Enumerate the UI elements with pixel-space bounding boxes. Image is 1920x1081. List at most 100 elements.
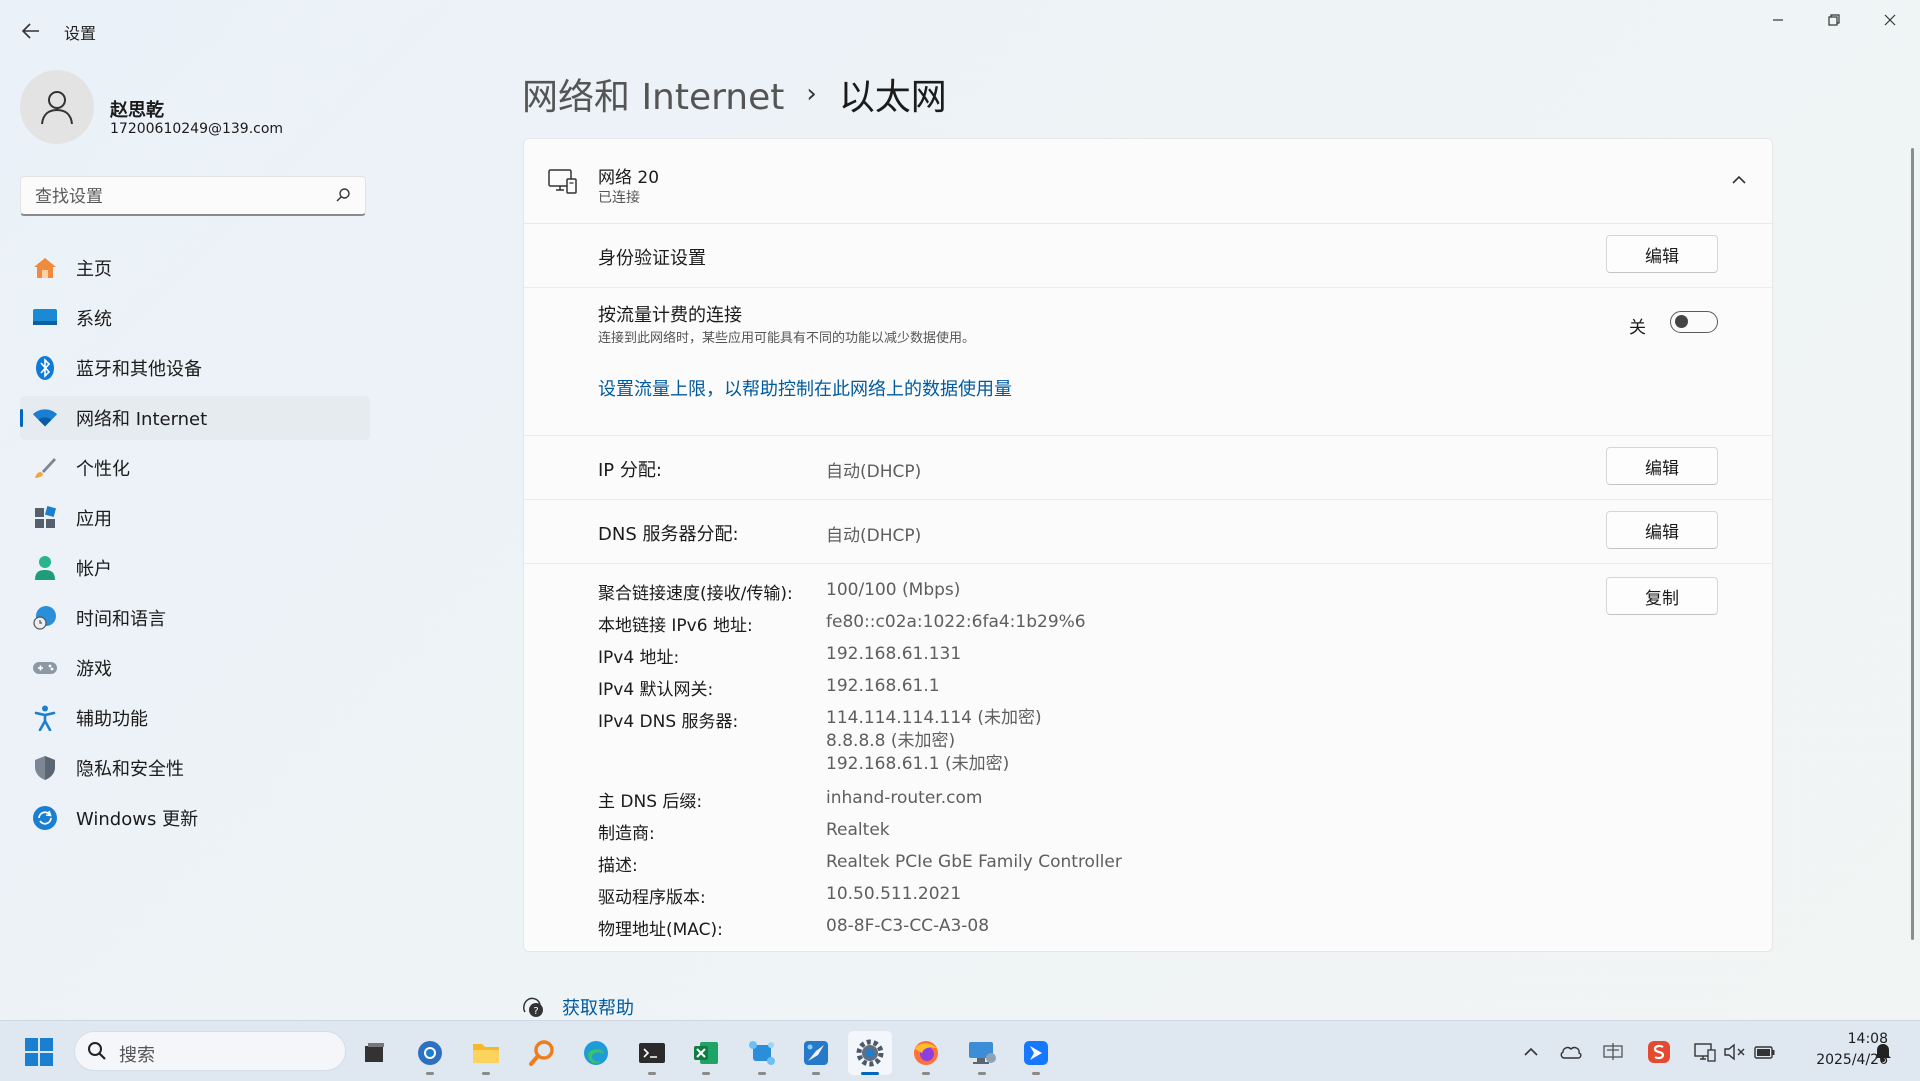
search-input[interactable] <box>33 185 327 209</box>
detail-label: 本地链接 IPv6 地址: <box>598 616 753 636</box>
detail-value: 192.168.61.131 <box>826 644 962 664</box>
ethernet-icon <box>548 169 577 194</box>
nav-label: 蓝牙和其他设备 <box>76 359 202 380</box>
data-limit-link[interactable]: 设置流量上限，以帮助控制在此网络上的数据使用量 <box>598 375 1012 401</box>
detail-value: Realtek <box>826 820 890 840</box>
nav-item-network[interactable]: 网络和 Internet <box>20 396 370 440</box>
network-tool-icon[interactable] <box>740 1031 784 1075</box>
ip-assignment-label: IP 分配: <box>598 460 662 481</box>
breadcrumb-separator: › <box>806 79 817 109</box>
detail-label: IPv4 DNS 服务器: <box>598 712 739 732</box>
edge-icon[interactable] <box>574 1031 618 1075</box>
nav-menu: 主页 系统 蓝牙和其他设备 网络和 Internet 个性化 应用 帐户 时间和… <box>20 246 370 846</box>
taskbar: 搜索 14:08 2025/4/26 <box>0 1020 1920 1081</box>
close-button[interactable] <box>1862 0 1918 40</box>
nav-item-privacy[interactable]: 隐私和安全性 <box>20 746 370 790</box>
running-indicator <box>1032 1072 1040 1075</box>
copy-button[interactable]: 复制 <box>1606 577 1718 615</box>
network-status-icon[interactable] <box>1692 1039 1718 1065</box>
input-method-icon[interactable] <box>1600 1039 1626 1065</box>
chevron-up-icon[interactable] <box>1518 1039 1544 1065</box>
settings-app-icon[interactable] <box>848 1031 892 1075</box>
restore-button[interactable] <box>1806 0 1862 40</box>
nav-item-time-language[interactable]: 时间和语言 <box>20 596 370 640</box>
detail-value: 08-8F-C3-CC-A3-08 <box>826 916 990 936</box>
chevron-up-icon[interactable] <box>1728 169 1750 191</box>
taskbar-search[interactable]: 搜索 <box>74 1031 346 1071</box>
scrollbar[interactable] <box>1911 148 1914 940</box>
nav-item-accessibility[interactable]: 辅助功能 <box>20 696 370 740</box>
nav-item-accounts[interactable]: 帐户 <box>20 546 370 590</box>
nav-item-gaming[interactable]: 游戏 <box>20 646 370 690</box>
running-indicator <box>482 1072 490 1075</box>
title-bar: 设置 <box>0 0 1920 60</box>
breadcrumb-parent[interactable]: 网络和 Internet <box>522 68 784 120</box>
detail-value: 8.8.8.8 (未加密) <box>826 731 956 751</box>
detail-label: 制造商: <box>598 824 655 844</box>
gear-icon <box>856 1039 884 1067</box>
excel-icon[interactable] <box>684 1031 728 1075</box>
get-help-link[interactable]: 获取帮助 <box>562 994 634 1020</box>
nav-item-bluetooth[interactable]: 蓝牙和其他设备 <box>20 346 370 390</box>
chrome-icon[interactable] <box>408 1031 452 1075</box>
settings-search[interactable] <box>20 176 366 216</box>
cloud-icon[interactable] <box>1558 1039 1584 1065</box>
nav-item-system[interactable]: 系统 <box>20 296 370 340</box>
back-arrow-icon <box>22 23 39 39</box>
firefox-icon[interactable] <box>904 1031 948 1075</box>
task-view-icon[interactable] <box>352 1031 396 1075</box>
sidebar: 赵思乾 17200610249@139.com 主页 系统 蓝牙和其他设备 <box>0 60 380 1020</box>
ip-edit-button[interactable]: 编辑 <box>1606 447 1718 485</box>
detail-label: 物理地址(MAC): <box>598 920 723 940</box>
running-indicator <box>426 1072 434 1075</box>
detail-value: 10.50.511.2021 <box>826 884 962 904</box>
ip-assignment-value: 自动(DHCP) <box>826 462 922 482</box>
volume-muted-icon[interactable] <box>1722 1039 1748 1065</box>
nav-item-windows-update[interactable]: Windows 更新 <box>20 796 370 840</box>
notification-icon[interactable] <box>1870 1039 1896 1065</box>
dns-edit-button[interactable]: 编辑 <box>1606 511 1718 549</box>
nav-label: 应用 <box>76 509 112 530</box>
detail-label: 聚合链接速度(接收/传输): <box>598 584 793 604</box>
terminal-icon[interactable] <box>630 1031 674 1075</box>
feishu-icon[interactable] <box>1014 1031 1058 1075</box>
dns-assignment-label: DNS 服务器分配: <box>598 524 739 545</box>
get-help[interactable]: ? 获取帮助 <box>522 994 634 1020</box>
wifi-icon <box>32 405 58 431</box>
auth-settings-label: 身份验证设置 <box>598 248 706 269</box>
windows-start-icon[interactable] <box>24 1037 54 1067</box>
brush-icon <box>32 455 58 481</box>
ip-assignment-row: IP 分配: 自动(DHCP) 编辑 <box>524 435 1772 500</box>
detail-label: 驱动程序版本: <box>598 888 706 908</box>
running-indicator <box>978 1072 986 1075</box>
running-indicator <box>922 1072 930 1075</box>
account-icon <box>32 555 58 581</box>
metered-toggle[interactable] <box>1670 311 1718 333</box>
nav-label: 帐户 <box>76 559 112 580</box>
page-title: 以太网 <box>838 77 947 118</box>
search-app-icon[interactable] <box>520 1031 564 1075</box>
paint-icon[interactable] <box>794 1031 838 1075</box>
file-explorer-icon[interactable] <box>464 1031 508 1075</box>
back-button[interactable] <box>14 14 48 48</box>
monitor-icon <box>32 305 58 331</box>
nav-item-apps[interactable]: 应用 <box>20 496 370 540</box>
ethernet-panel: 网络 20 已连接 身份验证设置 编辑 按流量计费的连接 连接到此网络时，某些应… <box>523 138 1773 952</box>
remote-desktop-icon[interactable] <box>960 1031 1004 1075</box>
sogou-icon[interactable] <box>1646 1039 1672 1065</box>
auth-edit-button[interactable]: 编辑 <box>1606 235 1718 273</box>
detail-value: 192.168.61.1 <box>826 676 940 696</box>
search-icon[interactable] <box>335 187 351 203</box>
minimize-button[interactable] <box>1750 0 1806 40</box>
user-card[interactable]: 赵思乾 17200610249@139.com <box>20 70 380 150</box>
nav-item-home[interactable]: 主页 <box>20 246 370 290</box>
nav-item-personalization[interactable]: 个性化 <box>20 446 370 490</box>
search-icon <box>88 1042 106 1060</box>
close-icon <box>1884 14 1896 26</box>
battery-icon[interactable] <box>1752 1039 1778 1065</box>
running-indicator <box>861 1072 879 1075</box>
gamepad-icon <box>32 655 58 681</box>
network-header[interactable]: 网络 20 已连接 <box>524 139 1772 224</box>
detail-value: 114.114.114.114 (未加密) <box>826 708 1042 728</box>
avatar[interactable] <box>20 70 94 144</box>
